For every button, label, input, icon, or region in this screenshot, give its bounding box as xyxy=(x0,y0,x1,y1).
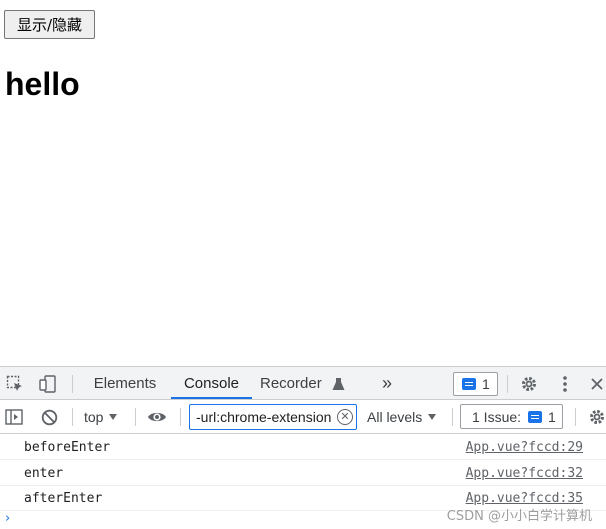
log-levels-dropdown[interactable]: All levels xyxy=(367,409,437,425)
flask-icon xyxy=(330,376,346,392)
console-log-row: beforeEnter App.vue?fccd:29 xyxy=(0,435,606,460)
log-source-link[interactable]: App.vue?fccd:35 xyxy=(466,491,583,506)
chevron-down-icon xyxy=(109,414,118,420)
tab-recorder[interactable]: Recorder xyxy=(260,367,332,400)
tab-console[interactable]: Console xyxy=(171,367,252,400)
console-settings-gear-icon[interactable] xyxy=(588,406,606,428)
clear-filter-icon[interactable]: ✕ xyxy=(337,409,353,425)
issue-message-icon xyxy=(528,410,543,423)
console-prompt-icon[interactable]: › xyxy=(5,511,10,526)
log-message: beforeEnter xyxy=(24,440,111,455)
close-devtools-icon[interactable] xyxy=(590,373,606,395)
messages-badge[interactable]: 1 xyxy=(453,372,498,396)
context-selector[interactable]: top xyxy=(84,409,118,425)
sidebar-toggle-icon[interactable] xyxy=(3,406,25,428)
inspect-element-icon[interactable] xyxy=(4,373,26,395)
divider xyxy=(507,375,508,393)
issues-label: 1 Issue: xyxy=(472,408,522,425)
divider xyxy=(452,408,453,426)
log-message: afterEnter xyxy=(24,491,103,506)
live-expression-eye-icon[interactable] xyxy=(146,407,168,427)
divider xyxy=(575,408,576,426)
more-tabs-button[interactable]: » xyxy=(372,367,402,400)
devtools-tab-bar: Elements Console Recorder » 1 xyxy=(0,366,606,400)
log-levels-label: All levels xyxy=(367,409,423,425)
issues-count: 1 xyxy=(548,408,556,425)
clear-console-icon[interactable] xyxy=(39,407,59,427)
log-message: enter xyxy=(24,466,64,481)
watermark: CSDN @小小白学计算机 xyxy=(446,509,592,524)
tab-elements[interactable]: Elements xyxy=(86,367,164,400)
issues-button[interactable]: 1 Issue: 1 xyxy=(460,404,563,429)
filter-input[interactable]: -url:chrome-extension ✕ xyxy=(189,404,357,430)
toggle-visibility-button[interactable]: 显示/隐藏 xyxy=(4,10,95,39)
device-toolbar-icon[interactable] xyxy=(37,373,59,395)
console-log-row: enter App.vue?fccd:32 xyxy=(0,461,606,486)
hello-heading: hello xyxy=(5,66,80,102)
divider xyxy=(72,408,73,426)
more-options-icon[interactable] xyxy=(555,373,575,395)
messages-count: 1 xyxy=(482,376,490,392)
chevron-down-icon xyxy=(428,414,437,420)
log-source-link[interactable]: App.vue?fccd:29 xyxy=(466,440,583,455)
context-label: top xyxy=(84,409,104,425)
settings-gear-icon[interactable] xyxy=(518,373,540,395)
message-icon xyxy=(462,378,476,390)
filter-input-text: -url:chrome-extension xyxy=(196,409,332,425)
log-source-link[interactable]: App.vue?fccd:32 xyxy=(466,466,583,481)
active-tab-indicator xyxy=(171,397,252,399)
divider xyxy=(135,408,136,426)
divider xyxy=(72,375,73,393)
divider xyxy=(180,408,181,426)
